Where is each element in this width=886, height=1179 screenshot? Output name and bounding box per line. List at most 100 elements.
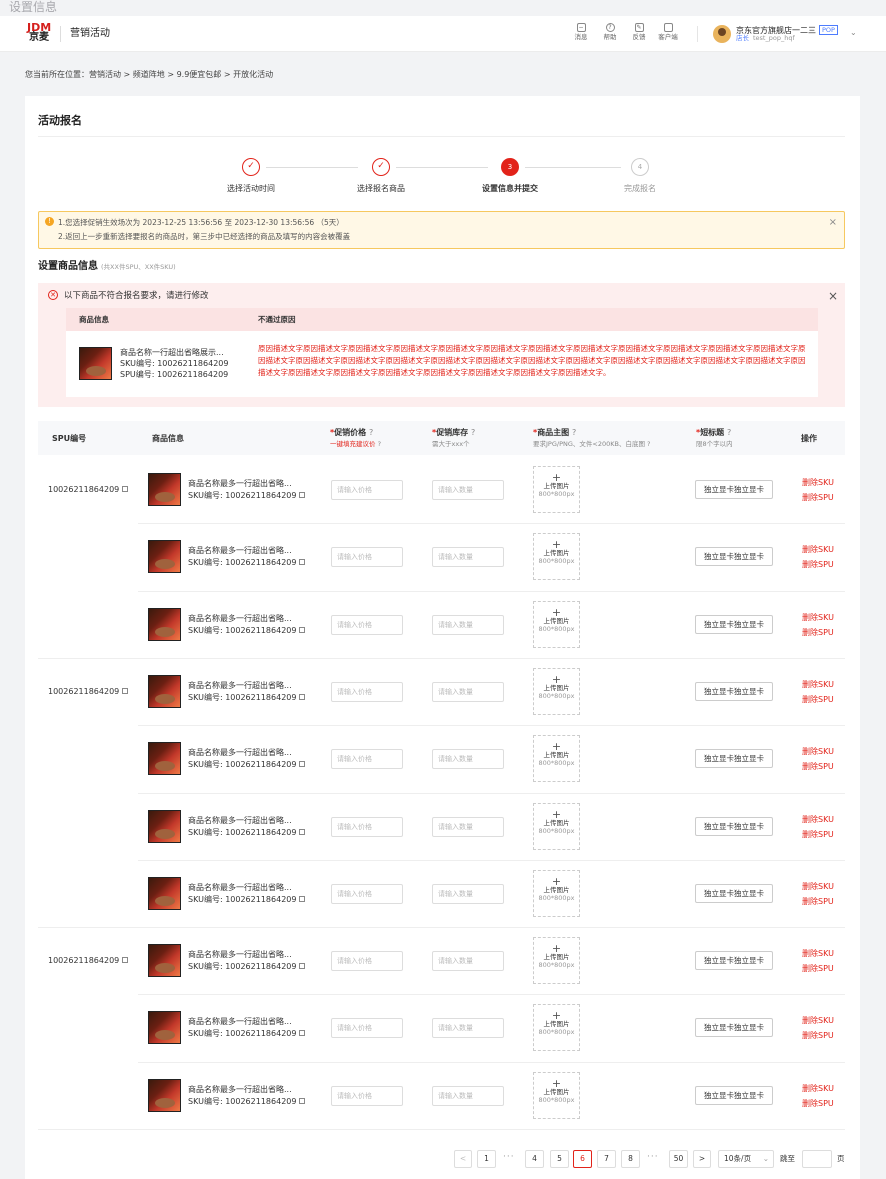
delete-sku-link[interactable]: 删除SKU	[802, 475, 834, 490]
stock-input[interactable]: 请输入数量	[432, 615, 504, 635]
delete-sku-link[interactable]: 删除SKU	[802, 744, 834, 759]
price-input[interactable]: 请输入价格	[331, 749, 403, 769]
delete-spu-link[interactable]: 删除SPU	[802, 1028, 834, 1043]
copy-icon[interactable]	[299, 761, 306, 767]
short-title-input[interactable]: 独立显卡独立显卡	[695, 749, 773, 768]
upload-image-button[interactable]: + 上传图片 800*800px	[533, 668, 580, 715]
page-8-button[interactable]: 8	[621, 1150, 640, 1168]
delete-sku-link[interactable]: 删除SKU	[802, 1013, 834, 1028]
jdm-logo[interactable]: JDM 京麦	[27, 22, 51, 43]
page-50-button[interactable]: 50	[669, 1150, 688, 1168]
copy-icon[interactable]	[299, 1030, 306, 1036]
copy-icon[interactable]	[299, 1098, 306, 1104]
short-title-input[interactable]: 独立显卡独立显卡	[695, 884, 773, 903]
price-input[interactable]: 请输入价格	[331, 1086, 403, 1106]
copy-icon[interactable]	[299, 829, 306, 835]
page-6-button[interactable]: 6	[573, 1150, 592, 1168]
page-size-select[interactable]: 10条/页 ⌄	[718, 1150, 774, 1168]
delete-sku-link[interactable]: 删除SKU	[802, 946, 834, 961]
delete-spu-link[interactable]: 删除SPU	[802, 692, 834, 707]
close-icon[interactable]: ×	[828, 289, 838, 303]
upload-image-button[interactable]: + 上传图片 800*800px	[533, 870, 580, 917]
price-input[interactable]: 请输入价格	[331, 884, 403, 904]
page-4-button[interactable]: 4	[525, 1150, 544, 1168]
short-title-input[interactable]: 独立显卡独立显卡	[695, 682, 773, 701]
short-title-input[interactable]: 独立显卡独立显卡	[695, 615, 773, 634]
delete-spu-link[interactable]: 删除SPU	[802, 827, 834, 842]
jump-page-input[interactable]	[802, 1150, 832, 1168]
sku-id: SKU编号: 10026211864209	[188, 692, 306, 704]
delete-spu-link[interactable]: 删除SPU	[802, 625, 834, 640]
short-title-input[interactable]: 独立显卡独立显卡	[695, 480, 773, 499]
copy-icon[interactable]	[122, 688, 129, 694]
stock-input[interactable]: 请输入数量	[432, 682, 504, 702]
stock-input[interactable]: 请输入数量	[432, 480, 504, 500]
prev-page-button[interactable]: <	[454, 1150, 472, 1168]
delete-sku-link[interactable]: 删除SKU	[802, 677, 834, 692]
message-button[interactable]: − 消息	[568, 23, 594, 42]
avatar[interactable]	[713, 25, 731, 43]
upload-image-button[interactable]: + 上传图片 800*800px	[533, 466, 580, 513]
price-input[interactable]: 请输入价格	[331, 951, 403, 971]
copy-icon[interactable]	[299, 963, 306, 969]
delete-spu-link[interactable]: 删除SPU	[802, 759, 834, 774]
short-title-input[interactable]: 独立显卡独立显卡	[695, 1086, 773, 1105]
copy-icon[interactable]	[122, 957, 129, 963]
ellipsis[interactable]: ···	[647, 1152, 659, 1163]
price-input[interactable]: 请输入价格	[331, 817, 403, 837]
row-actions: 删除SKU 删除SPU	[802, 1081, 834, 1111]
price-input[interactable]: 请输入价格	[331, 615, 403, 635]
delete-spu-link[interactable]: 删除SPU	[802, 490, 834, 505]
delete-spu-link[interactable]: 删除SPU	[802, 1096, 834, 1111]
upload-image-button[interactable]: + 上传图片 800*800px	[533, 937, 580, 984]
stock-input[interactable]: 请输入数量	[432, 1086, 504, 1106]
upload-image-button[interactable]: + 上传图片 800*800px	[533, 803, 580, 850]
ellipsis[interactable]: ···	[503, 1152, 515, 1163]
delete-spu-link[interactable]: 删除SPU	[802, 961, 834, 976]
delete-spu-link[interactable]: 删除SPU	[802, 894, 834, 909]
page-5-button[interactable]: 5	[550, 1150, 569, 1168]
stock-input[interactable]: 请输入数量	[432, 884, 504, 904]
delete-sku-link[interactable]: 删除SKU	[802, 812, 834, 827]
upload-image-button[interactable]: + 上传图片 800*800px	[533, 1004, 580, 1051]
delete-spu-link[interactable]: 删除SPU	[802, 557, 834, 572]
copy-icon[interactable]	[299, 896, 306, 902]
upload-image-button[interactable]: + 上传图片 800*800px	[533, 533, 580, 580]
page-7-button[interactable]: 7	[597, 1150, 616, 1168]
copy-icon[interactable]	[299, 694, 306, 700]
copy-icon[interactable]	[299, 559, 306, 565]
short-title-input[interactable]: 独立显卡独立显卡	[695, 817, 773, 836]
error-circle-x-icon: ✕	[48, 290, 58, 300]
short-title-input[interactable]: 独立显卡独立显卡	[695, 1018, 773, 1037]
row-actions: 删除SKU 删除SPU	[802, 677, 834, 707]
price-input[interactable]: 请输入价格	[331, 1018, 403, 1038]
stock-input[interactable]: 请输入数量	[432, 547, 504, 567]
short-title-input[interactable]: 独立显卡独立显卡	[695, 951, 773, 970]
client-button[interactable]: 客户端	[655, 23, 681, 42]
delete-sku-link[interactable]: 删除SKU	[802, 542, 834, 557]
copy-icon[interactable]	[122, 486, 129, 492]
chevron-down-icon[interactable]: ⌄	[850, 28, 857, 38]
stock-input[interactable]: 请输入数量	[432, 817, 504, 837]
delete-sku-link[interactable]: 删除SKU	[802, 1081, 834, 1096]
delete-sku-link[interactable]: 删除SKU	[802, 879, 834, 894]
stock-input[interactable]: 请输入数量	[432, 749, 504, 769]
upload-image-button[interactable]: + 上传图片 800*800px	[533, 1072, 580, 1119]
help-button[interactable]: ? 帮助	[597, 23, 623, 42]
next-page-button[interactable]: >	[693, 1150, 711, 1168]
stock-input[interactable]: 请输入数量	[432, 951, 504, 971]
copy-icon[interactable]	[299, 627, 306, 633]
price-input[interactable]: 请输入价格	[331, 480, 403, 500]
stock-input[interactable]: 请输入数量	[432, 1018, 504, 1038]
feedback-button[interactable]: ✎ 反馈	[626, 23, 652, 42]
price-input[interactable]: 请输入价格	[331, 682, 403, 702]
copy-icon[interactable]	[299, 492, 306, 498]
upload-image-button[interactable]: + 上传图片 800*800px	[533, 601, 580, 648]
close-icon[interactable]: ×	[829, 217, 837, 229]
fill-suggested-price-link[interactable]: 一键填充建议价 ?	[330, 440, 381, 449]
page-1-button[interactable]: 1	[477, 1150, 496, 1168]
price-input[interactable]: 请输入价格	[331, 547, 403, 567]
delete-sku-link[interactable]: 删除SKU	[802, 610, 834, 625]
short-title-input[interactable]: 独立显卡独立显卡	[695, 547, 773, 566]
upload-image-button[interactable]: + 上传图片 800*800px	[533, 735, 580, 782]
